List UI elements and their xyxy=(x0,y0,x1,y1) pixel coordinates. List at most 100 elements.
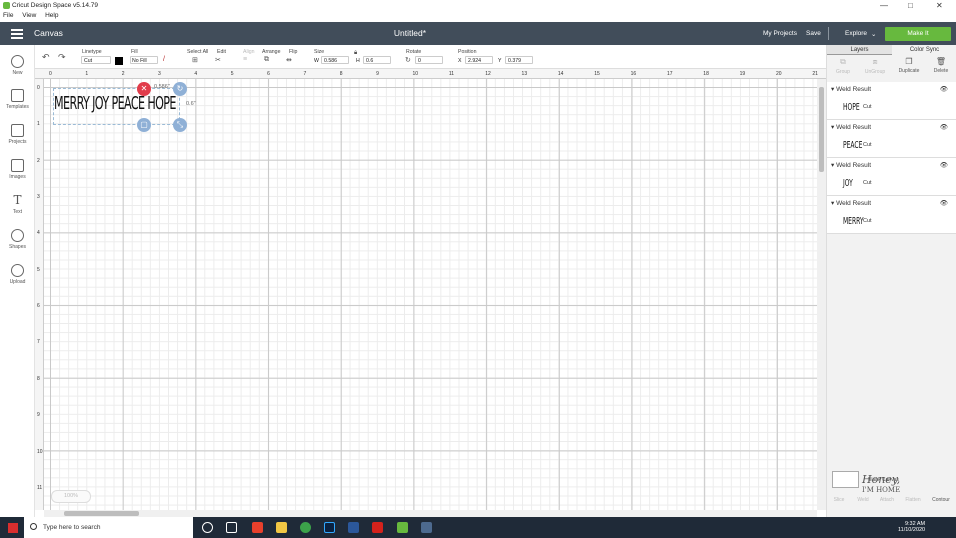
close-window-button[interactable]: ✕ xyxy=(936,0,943,11)
ruler-top-tick: 17 xyxy=(666,71,673,77)
rotate-label: Rotate xyxy=(406,49,422,55)
design-canvas[interactable]: MERRY JOY PEACE HOPE ✕ ↻ ▢ ⤡ 0.586" 0.6" xyxy=(44,79,817,510)
contour-button[interactable]: Contour xyxy=(929,497,953,503)
linetype-color-swatch[interactable] xyxy=(115,57,123,65)
y-value: 0.379 xyxy=(508,58,521,64)
lock-handle-icon[interactable]: ▢ xyxy=(137,118,151,132)
undo-icon[interactable]: ↶ xyxy=(42,52,50,63)
menu-file[interactable]: File xyxy=(3,12,13,19)
fill-pen-icon[interactable]: / xyxy=(163,56,165,63)
make-it-button[interactable]: Make It xyxy=(885,27,951,41)
ruler-left-tick: 1 xyxy=(37,121,40,128)
eye-icon[interactable]: 👁︎ xyxy=(940,161,948,169)
chrome-icon[interactable] xyxy=(300,522,311,533)
layer-item[interactable]: ▾ Weld Result 👁︎ PEACE Cut xyxy=(827,120,956,158)
explore-dropdown[interactable]: Explore xyxy=(845,30,867,37)
clock[interactable]: 9:32 AM 11/10/2020 xyxy=(898,521,925,533)
sidebar-item-upload[interactable]: Upload xyxy=(0,264,35,285)
projects-icon xyxy=(11,124,24,137)
text-icon: T xyxy=(13,193,22,207)
blank-canvas-swatch[interactable] xyxy=(832,471,859,488)
minimize-button[interactable]: — xyxy=(880,0,888,11)
resize-handle-icon[interactable]: ⤡ xyxy=(173,118,187,132)
arrange-icon[interactable]: ⧉ xyxy=(264,56,269,64)
word-icon[interactable] xyxy=(348,522,359,533)
task-view-icon[interactable] xyxy=(226,522,237,533)
menu-help[interactable]: Help xyxy=(45,12,58,19)
ruler-top-tick: 15 xyxy=(594,71,600,77)
sidebar-item-projects[interactable]: Projects xyxy=(0,124,35,145)
eye-icon[interactable]: 👁︎ xyxy=(940,123,948,131)
taskbar-search-input[interactable]: Type here to search xyxy=(24,517,193,538)
flip-icon[interactable]: ⇹ xyxy=(286,56,292,64)
arrange-label: Arrange xyxy=(262,49,281,55)
ruler-left-tick: 10 xyxy=(37,448,43,455)
photoshop-icon[interactable] xyxy=(324,522,335,533)
align-icon[interactable]: ≡ xyxy=(243,56,247,63)
flatten-button[interactable]: Flatten xyxy=(901,497,925,503)
watermark-line1: Honey, xyxy=(862,473,901,486)
acrobat-icon[interactable] xyxy=(372,522,383,533)
layer-item[interactable]: ▾ Weld Result 👁︎ HOPE Cut xyxy=(827,82,956,120)
vertical-scrollbar[interactable] xyxy=(817,79,826,510)
ruler-top-tick: 1 xyxy=(85,71,89,77)
ruler-top-tick: 14 xyxy=(557,71,564,77)
window-title: Cricut Design Space v5.14.79 xyxy=(12,2,98,9)
office-icon[interactable] xyxy=(252,522,263,533)
image-icon xyxy=(11,159,24,172)
eye-icon[interactable]: 👁︎ xyxy=(940,85,948,93)
sidebar-label: Text xyxy=(12,209,23,215)
sidebar-item-new[interactable]: New xyxy=(0,55,35,76)
cortana-icon[interactable] xyxy=(202,522,213,533)
horizontal-scroll-thumb[interactable] xyxy=(64,511,139,516)
ruler-left-tick: 4 xyxy=(37,230,40,237)
horizontal-scrollbar[interactable] xyxy=(44,510,817,517)
sidebar-item-templates[interactable]: Templates xyxy=(0,89,35,110)
tab-color-sync[interactable]: Color Sync xyxy=(892,45,956,55)
ruler-left-tick: 8 xyxy=(37,375,40,382)
group-icon: ⧉ xyxy=(840,57,846,66)
tab-layers[interactable]: Layers xyxy=(827,45,892,55)
layer-title: ▾ Weld Result xyxy=(831,124,871,131)
window-titlebar: Cricut Design Space v5.14.79 — □ ✕ xyxy=(0,0,956,11)
layer-item[interactable]: ▾ Weld Result 👁︎ MERRY Cut xyxy=(827,196,956,234)
ruler-left-tick: 9 xyxy=(37,412,40,419)
calculator-icon[interactable] xyxy=(421,522,432,533)
duplicate-button[interactable]: ❐ Duplicate xyxy=(893,57,925,74)
menu-view[interactable]: View xyxy=(22,12,36,19)
eye-icon[interactable]: 👁︎ xyxy=(940,199,948,207)
layer-thumbnail: MERRY xyxy=(843,216,864,227)
redo-icon[interactable]: ↷ xyxy=(58,52,66,63)
attach-button[interactable]: Attach xyxy=(875,497,899,503)
sidebar-label: Upload xyxy=(9,279,26,285)
weld-button[interactable]: Weld xyxy=(851,497,875,503)
ruler-left-tick: 5 xyxy=(37,266,40,273)
select-all-icon[interactable]: ⊞ xyxy=(192,56,198,64)
delete-handle-icon[interactable]: ✕ xyxy=(137,82,151,96)
zoom-control[interactable]: 100% xyxy=(51,490,91,503)
maximize-button[interactable]: □ xyxy=(908,0,913,11)
sidebar-item-images[interactable]: Images xyxy=(0,159,35,180)
windows-start-icon[interactable] xyxy=(8,523,18,533)
save-button[interactable]: Save xyxy=(806,30,821,37)
cricut-icon[interactable] xyxy=(397,522,408,533)
ruler-top-tick: 12 xyxy=(485,71,491,77)
watermark-line2: I'M HOME xyxy=(862,486,901,494)
sidebar-item-shapes[interactable]: Shapes xyxy=(0,229,35,250)
my-projects-link[interactable]: My Projects xyxy=(763,30,797,37)
edit-scissors-icon[interactable]: ✂ xyxy=(215,56,221,64)
clock-date: 11/10/2020 xyxy=(898,527,926,533)
slice-button[interactable]: Slice xyxy=(827,497,851,503)
sidebar-item-text[interactable]: T Text xyxy=(0,193,35,216)
design-text[interactable]: MERRY JOY PEACE HOPE xyxy=(54,93,176,114)
lock-icon[interactable]: 🔒︎ xyxy=(354,50,357,57)
ungroup-button[interactable]: ⧈ UnGroup xyxy=(859,57,891,75)
ruler-left-tick: 3 xyxy=(37,194,40,201)
rotate-handle-icon[interactable]: ↻ xyxy=(173,82,187,96)
vertical-scroll-thumb[interactable] xyxy=(819,87,824,172)
delete-button[interactable]: 🗑︎ Delete xyxy=(925,57,956,74)
ruler-top-tick: 11 xyxy=(448,71,455,77)
file-explorer-icon[interactable] xyxy=(276,522,287,533)
group-button[interactable]: ⧉ Group xyxy=(827,57,859,75)
layer-item[interactable]: ▾ Weld Result 👁︎ JOY Cut xyxy=(827,158,956,196)
